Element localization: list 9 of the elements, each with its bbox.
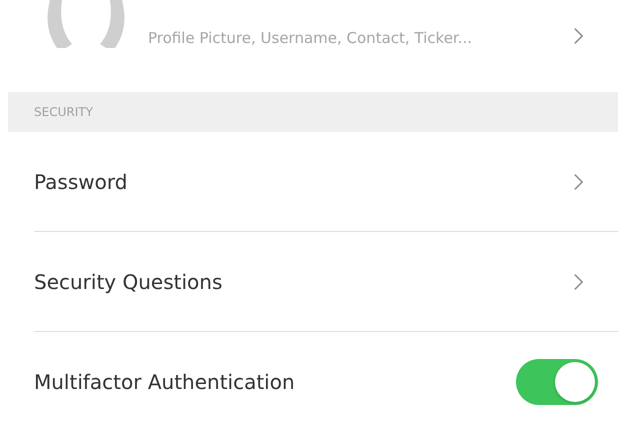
chevron-icon[interactable] (573, 26, 584, 46)
chevron-icon[interactable] (573, 272, 584, 292)
toggle-switch[interactable] (516, 358, 598, 404)
row-label[interactable]: Password (34, 170, 128, 194)
section-title: SECURITY (34, 105, 93, 119)
row-label[interactable]: Security Questions (34, 270, 222, 294)
row-label[interactable]: Multifactor Authentication (34, 370, 295, 394)
profile-summary: Profile Picture, Username, Contact, Ticker... (148, 29, 474, 47)
chevron-icon[interactable] (573, 172, 584, 192)
